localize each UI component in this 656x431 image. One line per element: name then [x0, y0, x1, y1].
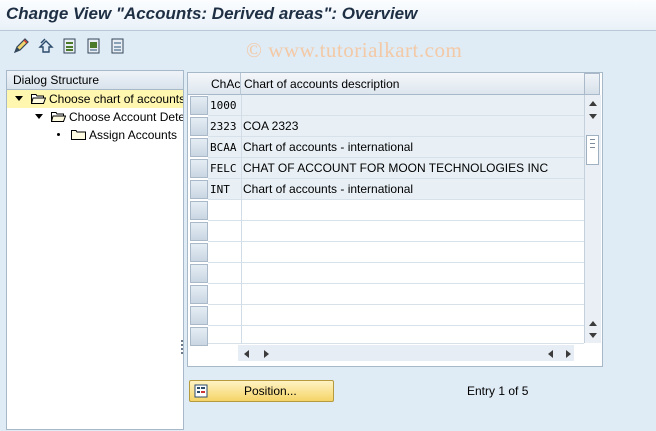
scroll-left-end-icon[interactable] [548, 350, 553, 358]
entry-counter: Entry 1 of 5 [467, 384, 529, 398]
display-change-icon[interactable] [13, 37, 31, 55]
tree-item-label: Choose Account Determination [69, 110, 183, 124]
row-selector[interactable] [190, 96, 208, 115]
scroll-up-icon[interactable] [589, 101, 597, 106]
scroll-down-icon[interactable] [589, 114, 597, 119]
deselect-all-icon[interactable] [109, 37, 127, 55]
row-selector[interactable] [190, 117, 208, 136]
table-row-empty[interactable] [208, 284, 584, 305]
cell-description[interactable]: CHAT OF ACCOUNT FOR MOON TECHNOLOGIES IN… [241, 158, 584, 179]
row-selector[interactable] [190, 159, 208, 178]
column-settings-button[interactable] [584, 73, 600, 95]
folder-open-icon [31, 94, 46, 104]
cell-chac[interactable]: 1000 [208, 95, 241, 116]
tree-item-account-determination[interactable]: Choose Account Determination [7, 108, 183, 126]
select-block-icon[interactable] [85, 37, 103, 55]
table-row-empty[interactable] [208, 200, 584, 221]
row-selector[interactable] [190, 327, 208, 346]
scroll-right-icon[interactable] [264, 350, 269, 358]
folder-icon [71, 130, 86, 140]
tree-item-assign-accounts[interactable]: Assign Accounts [7, 126, 183, 144]
cell-chac[interactable]: BCAA [208, 137, 241, 158]
bullet-icon [57, 133, 60, 136]
table-row-empty[interactable] [208, 305, 584, 326]
accounts-table: ChAc Chart of accounts description 1000 … [187, 72, 603, 367]
table-row-empty[interactable] [208, 326, 584, 344]
select-all-icon[interactable] [61, 37, 79, 55]
folder-open-icon [51, 112, 66, 122]
cell-description[interactable]: COA 2323 [241, 116, 584, 137]
cell-description[interactable]: Chart of accounts - international [241, 137, 584, 158]
position-button[interactable]: Position... [189, 380, 334, 402]
row-selector[interactable] [190, 201, 208, 220]
table-row-empty[interactable] [208, 221, 584, 242]
column-header-chac[interactable]: ChAc [208, 73, 241, 95]
dialog-structure-header: Dialog Structure [7, 71, 183, 90]
row-selector[interactable] [190, 306, 208, 325]
cell-chac[interactable]: 2323 [208, 116, 241, 137]
tree-item-label: Assign Accounts [89, 128, 178, 142]
vertical-scrollbar[interactable] [584, 95, 601, 343]
application-toolbar: © www.tutorialkart.com [0, 31, 656, 63]
column-header-description[interactable]: Chart of accounts description [241, 73, 584, 95]
splitter-handle[interactable] [181, 338, 184, 356]
row-selector[interactable] [190, 264, 208, 283]
cell-chac[interactable]: FELC [208, 158, 241, 179]
row-selector[interactable] [190, 180, 208, 199]
row-selector[interactable] [190, 138, 208, 157]
cell-chac[interactable]: INT [208, 179, 241, 200]
position-button-label: Position... [244, 384, 297, 398]
table-row-empty[interactable] [208, 242, 584, 263]
row-selector[interactable] [190, 285, 208, 304]
tree-item-label: Choose chart of accounts [49, 92, 183, 106]
expand-arrow-icon[interactable] [15, 96, 23, 101]
table-row-empty[interactable] [208, 263, 584, 284]
row-selector[interactable] [190, 243, 208, 262]
scroll-thumb[interactable] [586, 135, 599, 165]
cell-description[interactable] [241, 95, 584, 116]
cell-description[interactable]: Chart of accounts - international [241, 179, 584, 200]
select-all-rows-cell[interactable] [188, 73, 208, 95]
horizontal-scrollbar[interactable] [238, 345, 574, 361]
dialog-structure-panel: Dialog Structure Choose chart of account… [6, 70, 184, 430]
scroll-left-icon[interactable] [244, 350, 249, 358]
scroll-down-bottom-icon[interactable] [589, 333, 597, 338]
window-title: Change View "Accounts: Derived areas": O… [6, 4, 418, 23]
tree-item-choose-chart[interactable]: Choose chart of accounts [7, 90, 183, 108]
position-icon [194, 384, 208, 398]
title-bar: Change View "Accounts: Derived areas": O… [0, 0, 656, 31]
scroll-up-bottom-icon[interactable] [589, 321, 597, 326]
expand-arrow-icon[interactable] [35, 114, 43, 119]
watermark: © www.tutorialkart.com [246, 38, 463, 62]
scroll-right-end-icon[interactable] [566, 350, 571, 358]
row-selector[interactable] [190, 222, 208, 241]
undo-icon[interactable] [37, 37, 55, 55]
